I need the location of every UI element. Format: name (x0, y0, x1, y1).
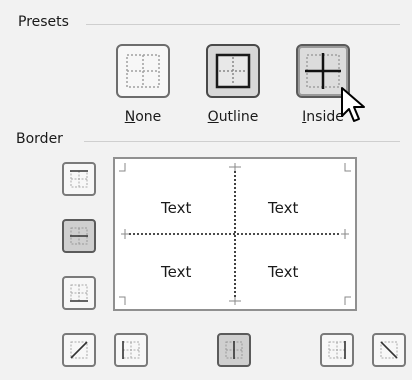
preset-outline-label-rest: utline (218, 109, 259, 125)
diagonal-down-icon (380, 341, 398, 359)
preview-grid (119, 163, 351, 305)
border-diagonal-up-button[interactable] (62, 333, 96, 367)
border-bottom-icon (70, 284, 88, 302)
border-top-icon (70, 170, 88, 188)
preset-none-label-rest: one (135, 109, 162, 125)
presets-group-divider (86, 24, 400, 25)
preset-none-label: None (103, 109, 183, 125)
preset-none-button[interactable] (116, 44, 170, 98)
border-diagonal-down-button[interactable] (372, 333, 406, 367)
preview-text-top-left: Text (161, 199, 192, 217)
preset-none-icon (126, 54, 160, 88)
border-right-icon (328, 341, 346, 359)
preset-inside-label-rest: nside (306, 109, 344, 125)
border-top-button[interactable] (62, 162, 96, 196)
border-inside-horizontal-button[interactable] (62, 219, 96, 253)
border-left-icon (122, 341, 140, 359)
preset-outline-button[interactable] (206, 44, 260, 98)
border-group-divider (84, 141, 400, 142)
preview-text-bottom-left: Text (161, 263, 192, 281)
border-bottom-button[interactable] (62, 276, 96, 310)
presets-group-label: Presets (18, 14, 75, 30)
border-inside-horizontal-icon (70, 227, 88, 245)
preview-text-bottom-right: Text (268, 263, 299, 281)
preset-outline-label: Outline (193, 109, 273, 125)
preset-outline-mnemonic: O (207, 109, 219, 125)
border-left-button[interactable] (114, 333, 148, 367)
preset-none-mnemonic: N (124, 109, 136, 125)
diagonal-up-icon (70, 341, 88, 359)
border-group-label: Border (16, 131, 69, 147)
preview-text-top-right: Text (268, 199, 299, 217)
border-inside-vertical-button[interactable] (217, 333, 251, 367)
preset-outline-icon (215, 53, 251, 89)
border-inside-vertical-icon (225, 341, 243, 359)
mouse-cursor-icon (341, 87, 365, 122)
border-right-button[interactable] (320, 333, 354, 367)
border-preview[interactable]: Text Text Text Text (113, 157, 357, 311)
